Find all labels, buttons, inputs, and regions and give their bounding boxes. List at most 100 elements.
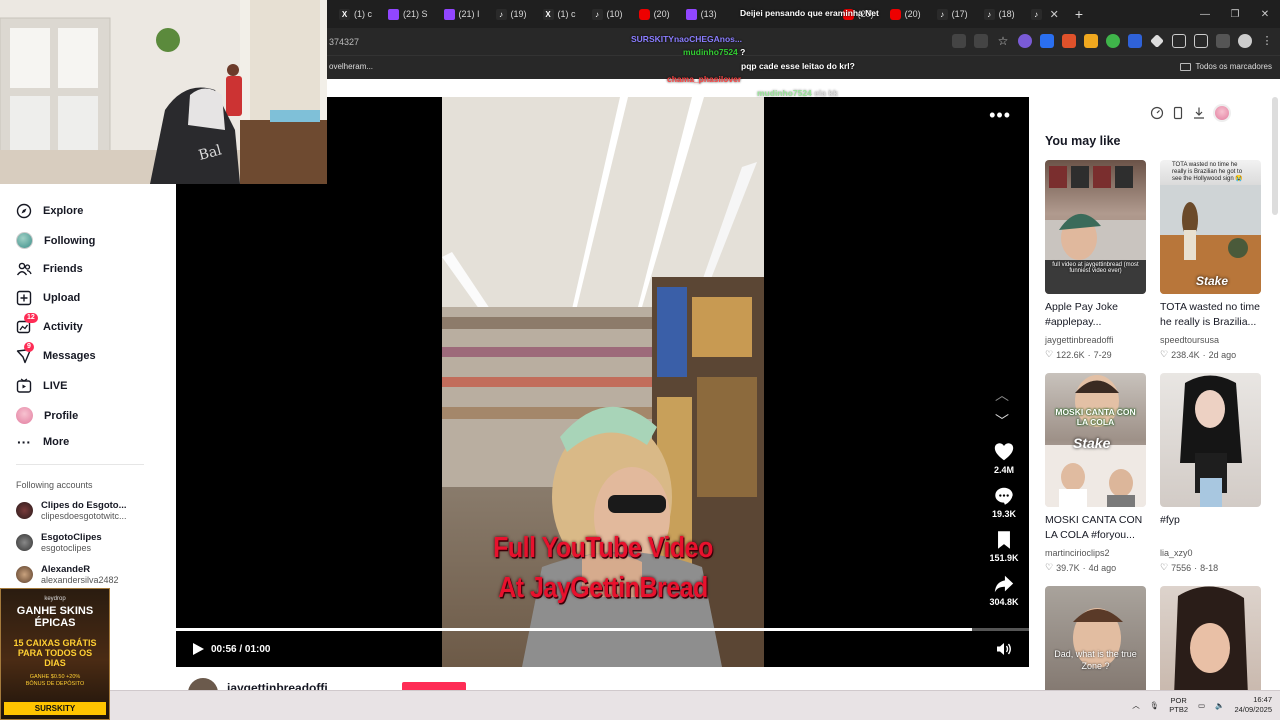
browser-tab[interactable]: ♪ (18) <box>976 3 1023 25</box>
comment-button[interactable]: 19.3K <box>987 485 1021 519</box>
extension-icon[interactable] <box>1084 34 1098 48</box>
video-thumbnail: full video at jaygettinbread (most funni… <box>1045 160 1146 294</box>
video-thumbnail: MOSKI CANTA CON LA COLA Stake <box>1045 373 1146 507</box>
following-account[interactable]: AlexandeR alexandersilva2482 <box>16 564 119 585</box>
like-button[interactable]: 2.4M <box>987 441 1021 475</box>
profile-avatar-icon <box>16 407 33 424</box>
thumbnail-text: full video at jaygettinbread (most funni… <box>1052 262 1139 274</box>
cast-icon[interactable] <box>952 34 966 48</box>
author-avatar[interactable] <box>188 678 218 690</box>
recommended-video-card[interactable] <box>1160 586 1261 690</box>
recommended-video-card[interactable]: Dad, what is the true Zone ? <box>1045 586 1146 690</box>
heart-outline-icon: ♡ <box>1045 562 1054 572</box>
follow-button[interactable] <box>402 682 466 690</box>
extension-icon[interactable] <box>1106 34 1120 48</box>
recommended-video-card[interactable]: full video at jaygettinbread (most funni… <box>1045 160 1146 360</box>
minimize-icon[interactable]: — <box>1190 9 1220 20</box>
recommended-video-card[interactable]: MOSKI CANTA CON LA COLA Stake MOSKI CANT… <box>1045 373 1146 573</box>
recommended-video-card[interactable]: #fyp lia_xzy0 ♡ 7556 · 8-18 <box>1160 373 1261 573</box>
display-icon[interactable]: ▭ <box>1198 701 1205 710</box>
download-icon[interactable] <box>1192 106 1206 120</box>
browser-tab[interactable]: X (1) c <box>331 3 380 25</box>
browser-tab[interactable]: (21) S <box>380 3 436 25</box>
bookmark-icon <box>998 531 1010 549</box>
browser-tab[interactable]: (20) <box>631 3 678 25</box>
active-browser-tab[interactable]: ♪ ✕ <box>1023 3 1067 25</box>
following-account[interactable]: Clipes do Esgoto... clipesdoesgototwitc..… <box>16 500 127 521</box>
sidebar-item-upload[interactable]: Upload <box>16 290 80 306</box>
clock[interactable]: 16:47 24/09/2025 <box>1234 695 1272 715</box>
extension-icon[interactable] <box>1062 34 1076 48</box>
page-scrollbar[interactable] <box>1272 97 1278 215</box>
chat-message: pqp cade esse leitao do krl? <box>741 61 855 71</box>
stake-watermark: Stake <box>1196 274 1229 288</box>
live-icon <box>16 378 32 393</box>
chevron-up-icon[interactable]: ︿ <box>1132 700 1140 711</box>
player-toolbar <box>1150 104 1231 122</box>
bookmark-item[interactable]: ovelheram... <box>329 62 373 71</box>
chevron-down-icon[interactable]: ﹀ <box>995 411 1009 431</box>
phone-icon[interactable] <box>1171 106 1185 120</box>
extension-icon[interactable] <box>1040 34 1054 48</box>
following-account[interactable]: EsgotoClipes esgotoclipes <box>16 532 102 553</box>
translate-icon[interactable] <box>974 34 988 48</box>
sidebar-item-explore[interactable]: Explore <box>16 203 83 219</box>
volume-icon[interactable] <box>996 642 1012 656</box>
browser-tab[interactable]: ♪ (10) <box>584 3 631 25</box>
profile-avatar-icon[interactable] <box>1238 34 1252 48</box>
sidebar-item-profile[interactable]: Profile <box>16 407 78 424</box>
speaker-icon[interactable]: 🔈 <box>1215 701 1224 710</box>
sidebar-item-following[interactable]: Following <box>16 232 95 249</box>
save-button[interactable]: 151.9K <box>987 529 1021 563</box>
maximize-icon[interactable]: ❐ <box>1220 9 1250 20</box>
more-options-icon[interactable]: ••• <box>989 106 1011 124</box>
browser-tab[interactable]: X (1) c <box>535 3 584 25</box>
user-avatar[interactable] <box>1213 104 1231 122</box>
all-bookmarks-button[interactable]: Todos os marcadores <box>1179 62 1272 71</box>
speed-gauge-icon[interactable] <box>1150 106 1164 120</box>
sidebar-item-messages[interactable]: 9 Messages <box>16 342 96 364</box>
x-icon: X <box>542 8 554 20</box>
youtube-icon <box>638 8 650 20</box>
video-progress-bar[interactable] <box>176 628 1029 631</box>
extension-icon[interactable] <box>1172 34 1186 48</box>
browser-tab[interactable]: (21) I <box>436 3 488 25</box>
reading-list-icon[interactable] <box>1216 34 1230 48</box>
extensions-puzzle-icon[interactable] <box>1194 34 1208 48</box>
browser-tab[interactable]: ♪ (17) <box>929 3 976 25</box>
recommended-video-card[interactable]: TOTA wasted no time he really is Brazili… <box>1160 160 1261 360</box>
browser-menu-icon[interactable]: ⋮ <box>1260 34 1274 48</box>
browser-tab[interactable]: (13) <box>678 3 725 25</box>
tiktok-icon: ♪ <box>591 8 603 20</box>
bookmark-star-icon[interactable]: ☆ <box>996 34 1010 48</box>
window-controls: — ❐ ✕ <box>1190 0 1280 28</box>
microphone-icon[interactable]: 🎙 <box>1150 701 1160 710</box>
extension-icon[interactable] <box>1150 34 1164 48</box>
extension-icon[interactable] <box>1018 34 1032 48</box>
sidebar-item-activity[interactable]: 12 Activity <box>16 313 83 335</box>
friends-icon <box>16 262 32 276</box>
share-button[interactable]: 304.8K <box>987 573 1021 607</box>
browser-tab[interactable]: ♪ (19) <box>488 3 535 25</box>
video-frame[interactable]: Full YouTube Video At JayGettinBread <box>442 97 764 667</box>
sidebar-item-friends[interactable]: Friends <box>16 261 83 277</box>
author-name[interactable]: jaygettinbreadoffi <box>227 681 328 690</box>
address-bar[interactable]: 374327 ☆ ⋮ <box>327 28 1280 55</box>
close-tab-icon[interactable]: ✕ <box>1050 8 1059 21</box>
promo-ad-overlay: keydrop GANHE SKINS ÉPICAS 15 CAIXAS GRÁ… <box>0 588 110 720</box>
browser-tab[interactable]: (20) <box>882 3 929 25</box>
compass-icon <box>16 203 32 219</box>
extension-icon[interactable] <box>1128 34 1142 48</box>
messages-badge: 9 <box>24 342 34 352</box>
extension-toolbar: ☆ ⋮ <box>952 34 1274 48</box>
play-icon[interactable] <box>192 642 205 656</box>
language-indicator[interactable]: POR PTB2 <box>1169 696 1188 714</box>
chevron-up-icon[interactable]: ︿ <box>995 385 1009 405</box>
share-arrow-icon <box>994 575 1014 593</box>
new-tab-button[interactable]: + <box>1075 6 1083 22</box>
sidebar-item-live[interactable]: LIVE <box>16 378 67 394</box>
heart-outline-icon: ♡ <box>1160 562 1169 572</box>
ad-headline: GANHE SKINS ÉPICAS <box>16 605 94 629</box>
close-window-icon[interactable]: ✕ <box>1250 9 1280 20</box>
sidebar-item-more[interactable]: ··· More <box>16 435 69 449</box>
